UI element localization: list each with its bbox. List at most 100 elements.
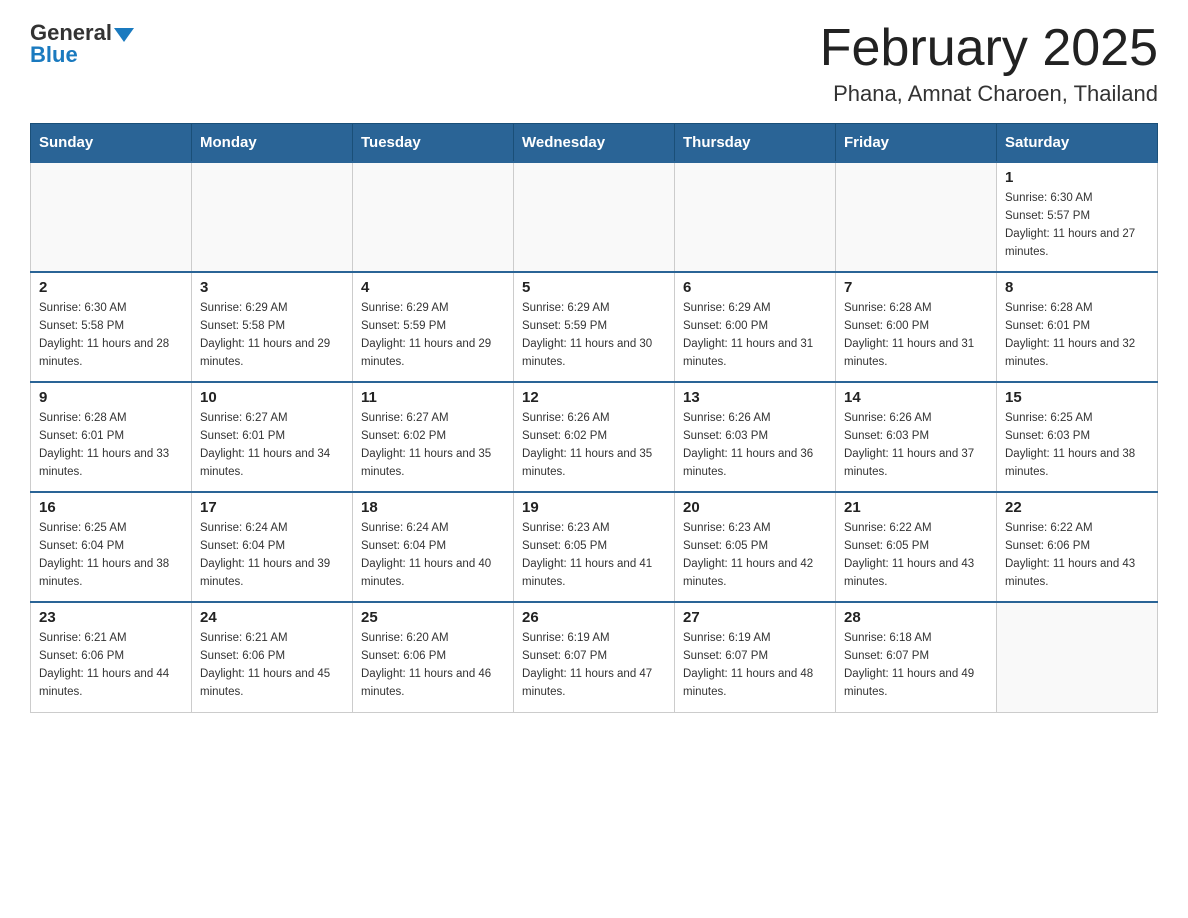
day-number: 3 bbox=[200, 279, 344, 296]
table-cell: 23 Sunrise: 6:21 AMSunset: 6:06 PMDayligh… bbox=[31, 602, 192, 712]
day-number: 27 bbox=[683, 609, 827, 626]
table-cell: 9 Sunrise: 6:28 AMSunset: 6:01 PMDaylight… bbox=[31, 382, 192, 492]
day-info: Sunrise: 6:19 AMSunset: 6:07 PMDaylight:… bbox=[522, 630, 666, 701]
page-header: General Blue February 2025 Phana, Amnat … bbox=[30, 20, 1158, 107]
day-info: Sunrise: 6:24 AMSunset: 6:04 PMDaylight:… bbox=[361, 520, 505, 591]
day-info: Sunrise: 6:19 AMSunset: 6:07 PMDaylight:… bbox=[683, 630, 827, 701]
table-cell: 18 Sunrise: 6:24 AMSunset: 6:04 PMDayligh… bbox=[353, 492, 514, 602]
table-cell: 11 Sunrise: 6:27 AMSunset: 6:02 PMDayligh… bbox=[353, 382, 514, 492]
table-cell: 22 Sunrise: 6:22 AMSunset: 6:06 PMDayligh… bbox=[997, 492, 1158, 602]
day-number: 14 bbox=[844, 389, 988, 406]
table-cell: 13 Sunrise: 6:26 AMSunset: 6:03 PMDayligh… bbox=[675, 382, 836, 492]
day-number: 26 bbox=[522, 609, 666, 626]
week-row-2: 2 Sunrise: 6:30 AMSunset: 5:58 PMDaylight… bbox=[31, 272, 1158, 382]
day-info: Sunrise: 6:28 AMSunset: 6:01 PMDaylight:… bbox=[39, 410, 183, 481]
month-title: February 2025 bbox=[820, 20, 1158, 77]
week-row-4: 16 Sunrise: 6:25 AMSunset: 6:04 PMDayligh… bbox=[31, 492, 1158, 602]
day-number: 7 bbox=[844, 279, 988, 296]
day-number: 23 bbox=[39, 609, 183, 626]
day-info: Sunrise: 6:26 AMSunset: 6:03 PMDaylight:… bbox=[683, 410, 827, 481]
table-cell: 27 Sunrise: 6:19 AMSunset: 6:07 PMDayligh… bbox=[675, 602, 836, 712]
day-number: 12 bbox=[522, 389, 666, 406]
table-cell: 7 Sunrise: 6:28 AMSunset: 6:00 PMDaylight… bbox=[836, 272, 997, 382]
table-cell: 16 Sunrise: 6:25 AMSunset: 6:04 PMDayligh… bbox=[31, 492, 192, 602]
table-cell bbox=[192, 162, 353, 272]
table-cell bbox=[675, 162, 836, 272]
day-info: Sunrise: 6:27 AMSunset: 6:02 PMDaylight:… bbox=[361, 410, 505, 481]
header-sunday: Sunday bbox=[31, 124, 192, 163]
day-info: Sunrise: 6:20 AMSunset: 6:06 PMDaylight:… bbox=[361, 630, 505, 701]
day-number: 8 bbox=[1005, 279, 1149, 296]
day-number: 5 bbox=[522, 279, 666, 296]
day-info: Sunrise: 6:22 AMSunset: 6:06 PMDaylight:… bbox=[1005, 520, 1149, 591]
day-number: 25 bbox=[361, 609, 505, 626]
weekday-header-row: Sunday Monday Tuesday Wednesday Thursday… bbox=[31, 124, 1158, 163]
day-number: 22 bbox=[1005, 499, 1149, 516]
day-info: Sunrise: 6:21 AMSunset: 6:06 PMDaylight:… bbox=[39, 630, 183, 701]
week-row-5: 23 Sunrise: 6:21 AMSunset: 6:06 PMDayligh… bbox=[31, 602, 1158, 712]
header-wednesday: Wednesday bbox=[514, 124, 675, 163]
day-info: Sunrise: 6:18 AMSunset: 6:07 PMDaylight:… bbox=[844, 630, 988, 701]
header-tuesday: Tuesday bbox=[353, 124, 514, 163]
day-info: Sunrise: 6:25 AMSunset: 6:04 PMDaylight:… bbox=[39, 520, 183, 591]
day-number: 16 bbox=[39, 499, 183, 516]
table-cell: 17Sunrise: 6:24 AMSunset: 6:04 PMDayligh… bbox=[192, 492, 353, 602]
table-cell: 4 Sunrise: 6:29 AMSunset: 5:59 PMDaylight… bbox=[353, 272, 514, 382]
day-number: 10 bbox=[200, 389, 344, 406]
day-info: Sunrise: 6:27 AMSunset: 6:01 PMDaylight:… bbox=[200, 410, 344, 481]
day-number: 28 bbox=[844, 609, 988, 626]
day-number: 1 bbox=[1005, 169, 1149, 186]
day-info: Sunrise: 6:29 AMSunset: 5:59 PMDaylight:… bbox=[522, 300, 666, 371]
day-info: Sunrise: 6:28 AMSunset: 6:00 PMDaylight:… bbox=[844, 300, 988, 371]
title-section: February 2025 Phana, Amnat Charoen, Thai… bbox=[820, 20, 1158, 107]
day-number: 17 bbox=[200, 499, 344, 516]
day-info: Sunrise: 6:30 AMSunset: 5:57 PMDaylight:… bbox=[1005, 190, 1149, 261]
table-cell: 6 Sunrise: 6:29 AMSunset: 6:00 PMDaylight… bbox=[675, 272, 836, 382]
table-cell: 3 Sunrise: 6:29 AMSunset: 5:58 PMDaylight… bbox=[192, 272, 353, 382]
table-cell bbox=[997, 602, 1158, 712]
table-cell bbox=[514, 162, 675, 272]
day-info: Sunrise: 6:26 AMSunset: 6:03 PMDaylight:… bbox=[844, 410, 988, 481]
day-number: 11 bbox=[361, 389, 505, 406]
day-number: 24 bbox=[200, 609, 344, 626]
table-cell: 8 Sunrise: 6:28 AMSunset: 6:01 PMDaylight… bbox=[997, 272, 1158, 382]
table-cell bbox=[353, 162, 514, 272]
day-number: 20 bbox=[683, 499, 827, 516]
table-cell: 5 Sunrise: 6:29 AMSunset: 5:59 PMDaylight… bbox=[514, 272, 675, 382]
week-row-3: 9 Sunrise: 6:28 AMSunset: 6:01 PMDaylight… bbox=[31, 382, 1158, 492]
table-cell: 10 Sunrise: 6:27 AMSunset: 6:01 PMDayligh… bbox=[192, 382, 353, 492]
week-row-1: 1 Sunrise: 6:30 AMSunset: 5:57 PMDaylight… bbox=[31, 162, 1158, 272]
day-info: Sunrise: 6:21 AMSunset: 6:06 PMDaylight:… bbox=[200, 630, 344, 701]
logo: General Blue bbox=[30, 20, 134, 68]
day-number: 2 bbox=[39, 279, 183, 296]
table-cell: 14 Sunrise: 6:26 AMSunset: 6:03 PMDayligh… bbox=[836, 382, 997, 492]
header-friday: Friday bbox=[836, 124, 997, 163]
day-info: Sunrise: 6:28 AMSunset: 6:01 PMDaylight:… bbox=[1005, 300, 1149, 371]
day-number: 9 bbox=[39, 389, 183, 406]
day-number: 13 bbox=[683, 389, 827, 406]
table-cell: 24 Sunrise: 6:21 AMSunset: 6:06 PMDayligh… bbox=[192, 602, 353, 712]
table-cell bbox=[31, 162, 192, 272]
day-info: Sunrise: 6:30 AMSunset: 5:58 PMDaylight:… bbox=[39, 300, 183, 371]
table-cell: 28 Sunrise: 6:18 AMSunset: 6:07 PMDayligh… bbox=[836, 602, 997, 712]
day-number: 6 bbox=[683, 279, 827, 296]
header-monday: Monday bbox=[192, 124, 353, 163]
day-info: Sunrise: 6:29 AMSunset: 6:00 PMDaylight:… bbox=[683, 300, 827, 371]
day-number: 4 bbox=[361, 279, 505, 296]
day-info: Sunrise: 6:23 AMSunset: 6:05 PMDaylight:… bbox=[522, 520, 666, 591]
logo-triangle-icon bbox=[114, 28, 134, 42]
day-info: Sunrise: 6:26 AMSunset: 6:02 PMDaylight:… bbox=[522, 410, 666, 481]
table-cell: 19Sunrise: 6:23 AMSunset: 6:05 PMDayligh… bbox=[514, 492, 675, 602]
day-info: Sunrise: 6:23 AMSunset: 6:05 PMDaylight:… bbox=[683, 520, 827, 591]
day-number: 21 bbox=[844, 499, 988, 516]
header-saturday: Saturday bbox=[997, 124, 1158, 163]
logo-blue-text: Blue bbox=[30, 42, 78, 68]
table-cell: 12 Sunrise: 6:26 AMSunset: 6:02 PMDayligh… bbox=[514, 382, 675, 492]
day-number: 18 bbox=[361, 499, 505, 516]
day-info: Sunrise: 6:25 AMSunset: 6:03 PMDaylight:… bbox=[1005, 410, 1149, 481]
day-info: Sunrise: 6:29 AMSunset: 5:58 PMDaylight:… bbox=[200, 300, 344, 371]
table-cell: 25 Sunrise: 6:20 AMSunset: 6:06 PMDayligh… bbox=[353, 602, 514, 712]
table-cell: 2 Sunrise: 6:30 AMSunset: 5:58 PMDaylight… bbox=[31, 272, 192, 382]
day-info: Sunrise: 6:29 AMSunset: 5:59 PMDaylight:… bbox=[361, 300, 505, 371]
table-cell: 21Sunrise: 6:22 AMSunset: 6:05 PMDayligh… bbox=[836, 492, 997, 602]
